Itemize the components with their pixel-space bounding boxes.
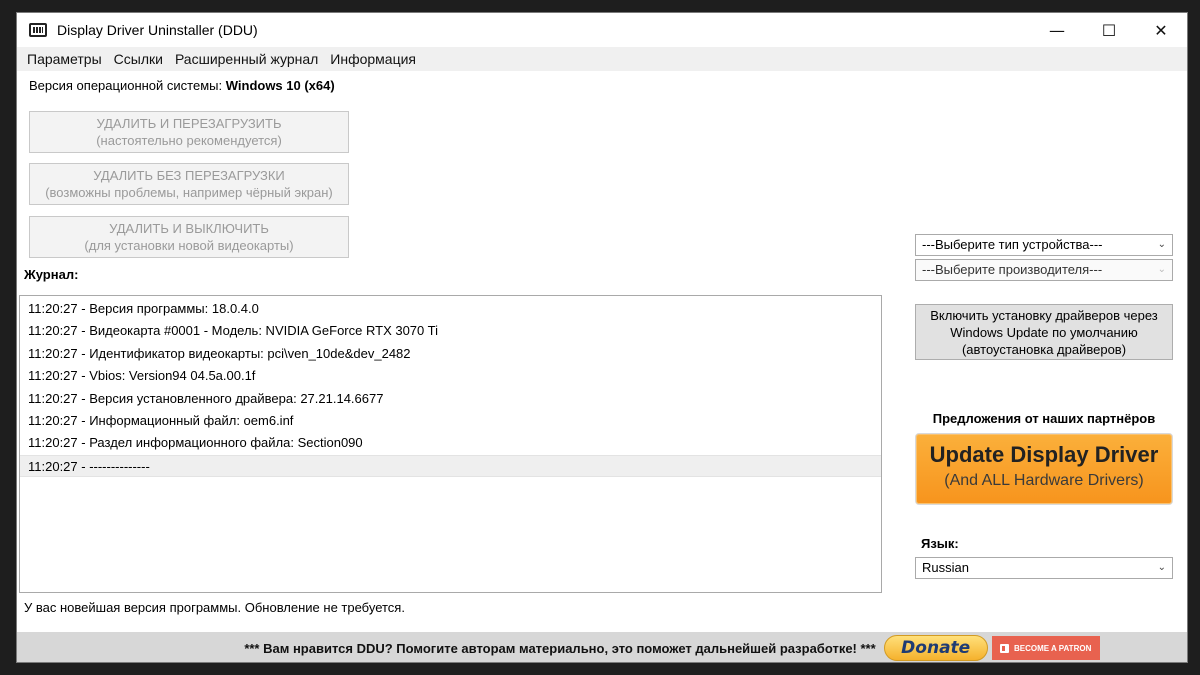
log-entry[interactable]: 11:20:27 - Видеокарта #0001 - Модель: NV… [20,320,881,342]
clean-and-shutdown-title: УДАЛИТЬ И ВЫКЛЮЧИТЬ [109,221,269,236]
title-bar: Display Driver Uninstaller (DDU) — ☐ ✕ [17,13,1187,47]
language-value: Russian [922,560,969,575]
ddu-app-icon [29,23,47,37]
log-entry[interactable]: 11:20:27 - Раздел информационного файла:… [20,432,881,454]
menu-extended-log[interactable]: Расширенный журнал [169,47,324,71]
main-content: Версия операционной системы: Windows 10 … [17,71,1187,662]
window-title: Display Driver Uninstaller (DDU) [57,22,258,38]
clean-no-restart-title: УДАЛИТЬ БЕЗ ПЕРЕЗАГРУЗКИ [93,168,285,183]
language-select[interactable]: Russian ⌄ [915,557,1173,579]
clean-and-shutdown-button[interactable]: УДАЛИТЬ И ВЫКЛЮЧИТЬ (для установки новой… [29,216,349,258]
ad-subtitle: (And ALL Hardware Drivers) [944,472,1144,489]
ad-title: Update Display Driver [929,442,1159,467]
enable-windows-update-button[interactable]: Включить установку драйверов через Windo… [915,304,1173,360]
clean-and-restart-button[interactable]: УДАЛИТЬ И ПЕРЕЗАГРУЗИТЬ (настоятельно ре… [29,111,349,153]
update-driver-ad-banner[interactable]: Update Display Driver (And ALL Hardware … [915,433,1173,505]
donation-message: *** Вам нравится DDU? Помогите авторам м… [244,640,876,656]
chevron-down-icon: ⌄ [1157,264,1166,275]
become-patron-button[interactable]: BECOME A PATRON [991,636,1100,660]
device-type-select[interactable]: ---Выберите тип устройства--- ⌄ [915,234,1173,256]
log-entry[interactable]: 11:20:27 - Vbios: Version94 04.5a.00.1f [20,365,881,387]
log-entry[interactable]: 11:20:27 - Информационный файл: oem6.inf [20,410,881,432]
chevron-down-icon: ⌄ [1157,239,1166,250]
menu-bar: Параметры Ссылки Расширенный журнал Инфо… [17,47,1187,71]
wu-line-2: Windows Update по умолчанию [950,324,1138,340]
partners-label: Предложения от наших партнёров [932,411,1156,426]
maximize-button[interactable]: ☐ [1083,13,1135,47]
os-version-label: Версия операционной системы: [29,78,223,93]
log-entry-selected[interactable]: 11:20:27 - -------------- [20,454,881,478]
menu-links[interactable]: Ссылки [108,47,169,71]
window-controls: — ☐ ✕ [1031,13,1187,47]
menu-information[interactable]: Информация [324,47,422,71]
minimize-button[interactable]: — [1031,13,1083,47]
language-label: Язык: [921,536,959,551]
wu-line-1: Включить установку драйверов через [930,307,1158,323]
patron-label: BECOME A PATRON [1014,643,1092,653]
clean-and-shutdown-subtitle: (для установки новой видеокарты) [84,238,294,253]
log-entry[interactable]: 11:20:27 - Версия программы: 18.0.4.0 [20,298,881,320]
log-entry[interactable]: 11:20:27 - Идентификатор видеокарты: pci… [20,343,881,365]
os-version-line: Версия операционной системы: Windows 10 … [29,78,335,93]
donate-button[interactable]: Donate [883,635,988,661]
patreon-icon [1000,643,1010,653]
clean-no-restart-subtitle: (возможны проблемы, например чёрный экра… [45,185,333,200]
wu-line-3: (автоустановка драйверов) [961,341,1127,357]
vendor-value: ---Выберите производителя--- [922,262,1103,277]
vendor-select[interactable]: ---Выберите производителя--- ⌄ [915,259,1173,281]
menu-parameters[interactable]: Параметры [21,47,108,71]
clean-and-restart-title: УДАЛИТЬ И ПЕРЕЗАГРУЗИТЬ [96,116,282,131]
donation-footer: *** Вам нравится DDU? Помогите авторам м… [17,632,1187,662]
ddu-window: Display Driver Uninstaller (DDU) — ☐ ✕ П… [16,12,1188,663]
update-status-text: У вас новейшая версия программы. Обновле… [24,600,405,615]
os-version-value: Windows 10 (x64) [225,78,335,93]
clean-and-restart-subtitle: (настоятельно рекомендуется) [96,133,282,148]
close-button[interactable]: ✕ [1135,13,1187,47]
chevron-down-icon: ⌄ [1157,562,1166,573]
clean-no-restart-button[interactable]: УДАЛИТЬ БЕЗ ПЕРЕЗАГРУЗКИ (возможны пробл… [29,163,349,205]
journal-label: Журнал: [24,267,79,282]
journal-log-list[interactable]: 11:20:27 - Версия программы: 18.0.4.0 11… [19,295,882,593]
log-entry[interactable]: 11:20:27 - Версия установленного драйвер… [20,388,881,410]
device-type-value: ---Выберите тип устройства--- [922,237,1103,252]
